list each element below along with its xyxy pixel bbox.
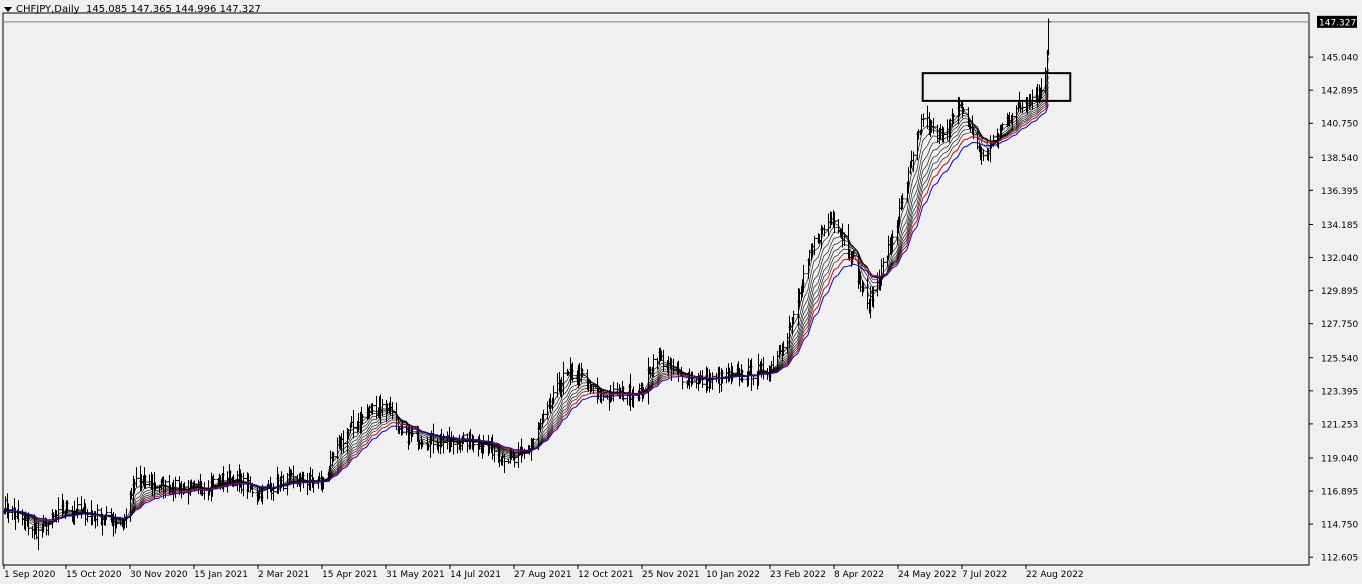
- chart-header: CHFJPY,Daily 145.085 147.365 144.996 147…: [4, 4, 261, 15]
- x-tick-label: 15 Jan 2021: [194, 570, 248, 580]
- x-tick-label: 31 May 2021: [386, 570, 445, 580]
- x-tick-label: 25 Nov 2021: [642, 570, 700, 580]
- ohlc-values: 145.085 147.365 144.996 147.327: [85, 4, 261, 15]
- y-tick-label: 119.040: [1321, 454, 1358, 464]
- x-tick-label: 15 Apr 2021: [322, 570, 378, 580]
- x-tick-label: 14 Jul 2021: [450, 570, 501, 580]
- y-tick-label: 127.750: [1321, 320, 1358, 330]
- y-tick-label: 125.540: [1321, 354, 1358, 364]
- x-tick-label: 24 May 2022: [898, 570, 957, 580]
- x-tick-label: 12 Oct 2021: [578, 570, 634, 580]
- y-tick-label: 112.605: [1321, 554, 1358, 564]
- y-tick-label: 132.040: [1321, 254, 1358, 264]
- current-price-badge-label: 147.327: [1319, 18, 1356, 28]
- x-tick-label: 1 Sep 2020: [4, 570, 56, 580]
- y-tick-label: 138.540: [1321, 154, 1358, 164]
- y-tick-label: 116.895: [1321, 488, 1358, 498]
- symbol-label: CHFJPY,Daily: [16, 4, 80, 15]
- y-tick-label: 140.750: [1321, 120, 1358, 130]
- y-tick-label: 134.185: [1321, 221, 1358, 231]
- chart-window[interactable]: 147.327 145.040 142.895 140.750 138.540 136.3…: [0, 0, 1362, 584]
- x-tick-label: 10 Jan 2022: [706, 570, 760, 580]
- x-tick-label: 30 Nov 2020: [130, 570, 188, 580]
- x-tick-label: 7 Jul 2022: [962, 570, 1007, 580]
- y-tick-label: 121.253: [1321, 420, 1358, 430]
- chart-plot[interactable]: 147.327 145.040 142.895 140.750 138.540 136.3…: [0, 0, 1362, 584]
- x-tick-label: 23 Feb 2022: [770, 570, 826, 580]
- y-tick-label: 145.040: [1321, 54, 1358, 64]
- y-tick-label: 114.750: [1321, 521, 1358, 531]
- x-tick-label: 8 Apr 2022: [834, 570, 884, 580]
- x-tick-label: 27 Aug 2021: [514, 570, 572, 580]
- y-tick-label: 136.395: [1321, 187, 1358, 197]
- y-tick-label: 129.895: [1321, 287, 1358, 297]
- y-tick-label: 123.395: [1321, 387, 1358, 397]
- x-tick-label: 15 Oct 2020: [66, 570, 122, 580]
- x-tick-label: 2 Mar 2021: [258, 570, 309, 580]
- x-tick-label: 22 Aug 2022: [1026, 570, 1084, 580]
- collapse-triangle-icon[interactable]: [4, 6, 12, 12]
- y-tick-label: 142.895: [1321, 87, 1358, 97]
